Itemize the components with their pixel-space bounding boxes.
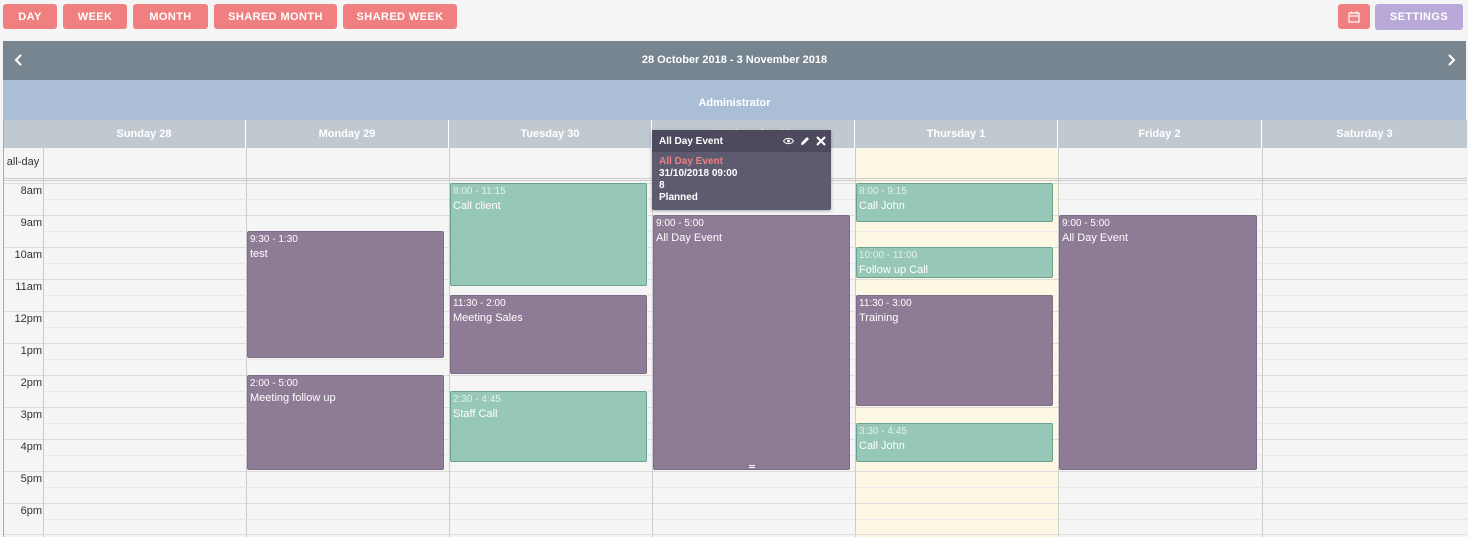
event-title: Meeting follow up [250, 392, 336, 404]
hour-label: 11am [15, 281, 42, 293]
event-time: 11:30 - 2:00 [453, 298, 506, 309]
hour-label: 3pm [20, 409, 42, 421]
half-hour-line [43, 519, 1467, 520]
day-view-button[interactable]: DAY [3, 4, 57, 29]
hour-label: 12pm [14, 313, 42, 325]
popup-duration: 8 [659, 180, 665, 191]
event-popup: All Day Event All Day Event 31/10/2018 0… [652, 130, 831, 210]
day-header-tuesday[interactable]: Tuesday 30 [449, 120, 652, 148]
day-header-friday[interactable]: Friday 2 [1058, 120, 1262, 148]
hour-label: 4pm [20, 441, 42, 453]
event-time: 9:00 - 5:00 [1062, 218, 1110, 229]
calendar-picker-button[interactable] [1338, 4, 1370, 29]
hour-label: 5pm [20, 473, 42, 485]
event-resize-handle[interactable] [748, 465, 755, 468]
calendar-event[interactable]: 11:30 - 2:00 Meeting Sales [450, 295, 647, 374]
event-time: 10:00 - 11:00 [859, 250, 918, 261]
calendar-app: DAY WEEK MONTH SHARED MONTH SHARED WEEK … [0, 0, 1468, 537]
day-header-sunday[interactable]: Sunday 28 [43, 120, 246, 148]
calendar-event[interactable]: 9:00 - 5:00 All Day Event [1059, 215, 1257, 470]
hour-label: 9am [20, 217, 42, 229]
event-title: Meeting Sales [453, 312, 523, 324]
event-time: 11:30 - 3:00 [859, 298, 912, 309]
event-title: Training [859, 312, 899, 324]
event-title: All Day Event [1062, 232, 1129, 244]
popup-event-link[interactable]: All Day Event [659, 156, 824, 168]
user-row: Administrator [3, 80, 1466, 120]
event-time: 8:00 - 11:15 [453, 186, 506, 197]
event-time: 9:30 - 1:30 [250, 234, 298, 245]
month-view-button[interactable]: MONTH [133, 4, 208, 29]
calendar-event[interactable]: 8:00 - 11:15 Call client [450, 183, 647, 286]
grid-bottom-line [4, 534, 1467, 535]
hour-line [4, 471, 1467, 472]
edit-event-button[interactable] [800, 136, 810, 146]
calendar-event[interactable]: 3:30 - 4:45 Call John [856, 423, 1053, 462]
all-day-label: all-day [6, 156, 40, 168]
calendar-event[interactable]: 8:00 - 9:15 Call John [856, 183, 1053, 222]
hour-line [4, 503, 1467, 504]
event-title: test [250, 248, 268, 260]
calendar-event[interactable]: 2:00 - 5:00 Meeting follow up [247, 375, 444, 470]
hour-label: 2pm [20, 377, 42, 389]
shared-month-view-button[interactable]: SHARED MONTH [214, 4, 337, 29]
day-header-thursday[interactable]: Thursday 1 [855, 120, 1058, 148]
event-time: 2:00 - 5:00 [250, 378, 298, 389]
event-title: All Day Event [656, 232, 723, 244]
view-event-button[interactable] [783, 137, 794, 145]
day-header-saturday[interactable]: Saturday 3 [1262, 120, 1467, 148]
hour-label: 1pm [20, 345, 42, 357]
hour-label: 8am [20, 185, 42, 197]
popup-title: All Day Event [659, 135, 723, 147]
date-range-label: 28 October 2018 - 3 November 2018 [641, 54, 828, 66]
event-time: 9:00 - 5:00 [656, 218, 704, 229]
date-range-header: 28 October 2018 - 3 November 2018 [3, 41, 1466, 80]
day-header-monday[interactable]: Monday 29 [246, 120, 449, 148]
popup-datetime: 31/10/2018 09:00 [659, 168, 738, 179]
eye-icon [783, 137, 794, 145]
calendar-event[interactable]: 10:00 - 11:00 Follow up Call [856, 247, 1053, 278]
event-title: Call John [859, 200, 905, 212]
event-time: 2:30 - 4:45 [453, 394, 501, 405]
week-view-button[interactable]: WEEK [63, 4, 127, 29]
hour-label: 10am [14, 249, 42, 261]
calendar-event[interactable]: 9:00 - 5:00 All Day Event [653, 215, 850, 470]
calendar-icon [1348, 11, 1360, 23]
day-column-line [43, 148, 44, 537]
event-title: Call John [859, 440, 905, 452]
event-title: Call client [453, 200, 501, 212]
half-hour-line [43, 487, 1467, 488]
event-time: 3:30 - 4:45 [859, 426, 907, 437]
shared-week-view-button[interactable]: SHARED WEEK [343, 4, 457, 29]
event-title: Follow up Call [859, 264, 929, 276]
next-week-button[interactable] [1441, 50, 1461, 70]
close-icon [816, 136, 826, 146]
calendar-event[interactable]: 11:30 - 3:00 Training [856, 295, 1053, 406]
calendar-event[interactable]: 2:30 - 4:45 Staff Call [450, 391, 647, 462]
popup-status: Planned [659, 192, 698, 203]
calendar-event[interactable]: 9:30 - 1:30 test [247, 231, 444, 358]
event-time: 8:00 - 9:15 [859, 186, 907, 197]
chevron-right-icon [1448, 54, 1456, 66]
hour-label: 6pm [20, 505, 42, 517]
close-popup-button[interactable] [816, 136, 826, 146]
pencil-icon [801, 137, 809, 145]
toolbar: DAY WEEK MONTH SHARED MONTH SHARED WEEK … [0, 0, 1468, 38]
user-name: Administrator [698, 97, 771, 109]
event-title: Staff Call [453, 408, 498, 420]
settings-button[interactable]: SETTINGS [1375, 4, 1463, 30]
day-column-line [1262, 148, 1263, 537]
